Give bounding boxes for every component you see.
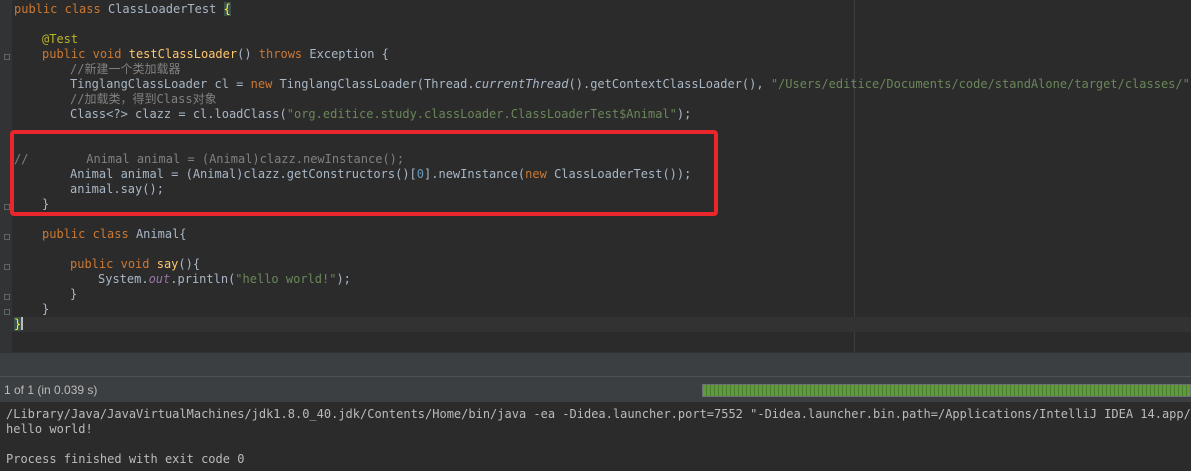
text-caret [21,317,24,330]
code-line: Class<?> clazz = cl.loadClass("org.editi… [70,107,692,121]
code-line: public class Animal{ [42,227,187,241]
code-comment: //加载类，得到Class对象 [70,92,217,106]
code-line: @Test [42,32,79,46]
code-line: } [42,302,50,316]
code-line: public void say(){ [70,257,201,271]
panel-splitter[interactable] [0,352,1191,376]
code-line: public void testClassLoader() throws Exc… [42,47,389,61]
code-line: } [70,287,78,301]
fold-icon[interactable] [4,264,10,270]
fold-icon[interactable] [4,234,10,240]
console-command-line: /Library/Java/JavaVirtualMachines/jdk1.8… [6,407,1191,421]
current-line-highlight [12,317,1191,332]
code-line: } [14,317,24,331]
console-exit-line: Process finished with exit code 0 [6,452,245,466]
code-comment: //新建一个类加载器 [70,62,181,76]
console-output[interactable]: /Library/Java/JavaVirtualMachines/jdk1.8… [0,403,1191,471]
code-line: System.out.println("hello world!"); [98,272,351,286]
right-margin-guide [854,0,855,352]
code-line: public class ClassLoaderTest { [14,2,231,16]
test-result-status: 1 of 1 (in 0.039 s) [4,383,98,397]
code-line: TinglangClassLoader cl = new TinglangCla… [70,77,1191,91]
run-status-bar: 1 of 1 (in 0.039 s) [0,376,1191,403]
highlight-box [10,130,718,216]
code-editor[interactable]: public class ClassLoaderTest { @Test pub… [0,0,1191,352]
fold-icon[interactable] [4,54,10,60]
test-progress-bar [702,384,1191,397]
fold-icon[interactable] [4,294,10,300]
fold-icon[interactable] [4,309,10,315]
console-output-line: hello world! [6,422,93,436]
